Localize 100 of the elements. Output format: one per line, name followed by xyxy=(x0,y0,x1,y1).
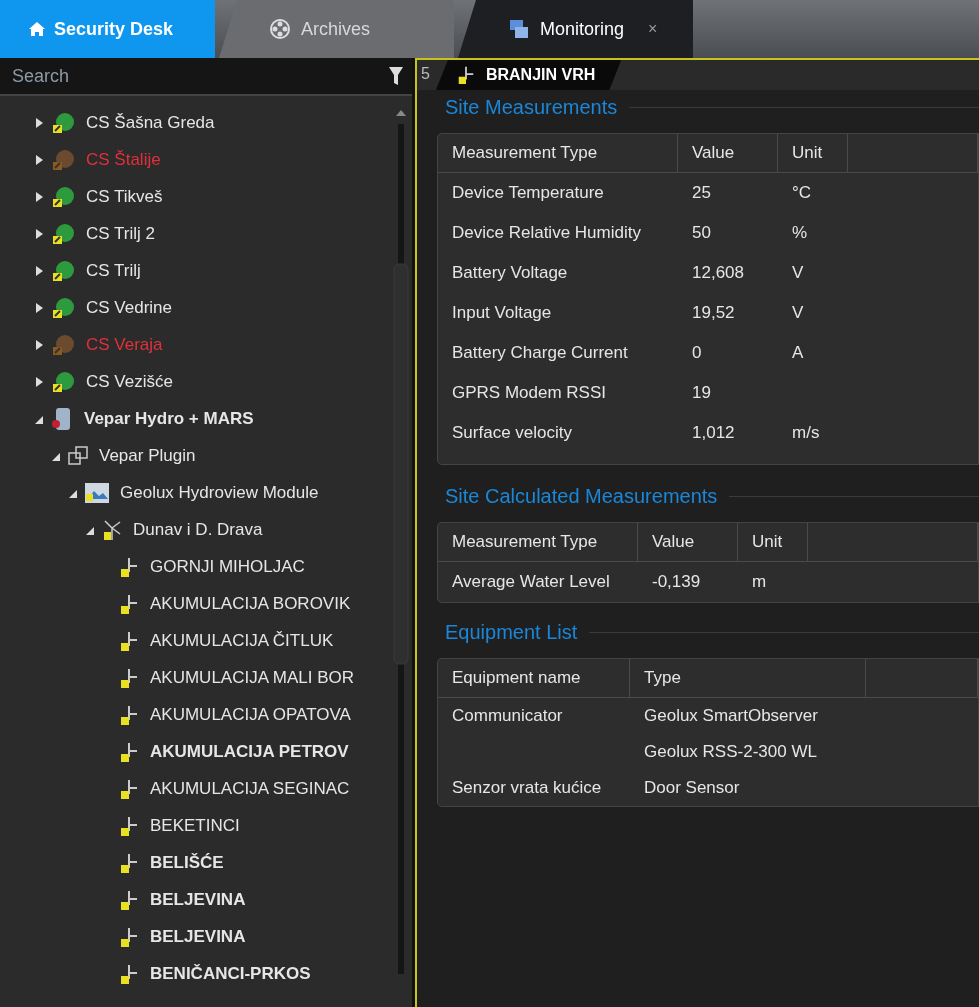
table-cell-text: A xyxy=(791,342,805,364)
station-icon xyxy=(50,258,76,283)
site-icon xyxy=(118,703,140,726)
tree-item[interactable]: CS Tikveš xyxy=(86,186,163,207)
tree-item[interactable]: AKUMULACIJA OPATOVA xyxy=(150,704,351,725)
site-icon xyxy=(118,888,140,911)
site-icon xyxy=(118,851,140,874)
search-bar[interactable]: Search xyxy=(0,58,412,96)
table-cell-text: Surface velocity xyxy=(451,422,573,444)
expand-arrow-icon[interactable] xyxy=(34,375,44,388)
tree-item[interactable]: BELJEVINA xyxy=(150,889,246,910)
plugin-icon xyxy=(67,444,89,467)
table-cell-text: Senzor vrata kućice xyxy=(451,777,603,799)
tab[interactable]: Monitoring × xyxy=(458,0,693,58)
station-icon xyxy=(50,184,76,209)
column-header[interactable]: Value xyxy=(678,134,778,172)
tile-number: 5 xyxy=(420,64,431,84)
table-cell-text: Geolux SmartObserver xyxy=(643,705,819,727)
table-cell-text: GPRS Modem RSSI xyxy=(451,382,607,404)
section-title: Site Calculated Measurements xyxy=(445,485,718,508)
film-reel-icon xyxy=(269,18,291,40)
offline-station-icon xyxy=(50,332,76,357)
table-cell-text: Door Sensor xyxy=(643,777,741,799)
table-cell-text: % xyxy=(791,222,809,244)
station-icon xyxy=(50,295,76,320)
table-cell-text: Battery Charge Current xyxy=(451,342,629,364)
tree-item[interactable]: BENIČANCI-PRKOS xyxy=(150,963,311,984)
table-cell-text: Average Water Level xyxy=(451,571,611,593)
tree-item[interactable]: BEKETINCI xyxy=(150,815,240,836)
expand-arrow-icon[interactable] xyxy=(34,301,44,314)
column-header[interactable]: Value xyxy=(638,523,738,561)
monitor-icon xyxy=(508,18,530,40)
station-icon xyxy=(50,221,76,246)
tree-item[interactable]: CS Trilj xyxy=(86,260,141,281)
tree-item[interactable]: GORNJI MIHOLJAC xyxy=(150,556,305,577)
expand-arrow-icon[interactable] xyxy=(34,190,44,203)
tree-item[interactable]: Vepar Hydro + MARS xyxy=(84,408,254,429)
site-icon xyxy=(118,555,140,578)
site-icon xyxy=(118,629,140,652)
tree-item[interactable]: BELJEVINA xyxy=(150,926,246,947)
section-title: Site Measurements xyxy=(445,96,618,119)
table-cell-text: Device Relative Humidity xyxy=(451,222,642,244)
table-cell-text: Geolux RSS-2-300 WL xyxy=(643,741,818,763)
tree-item[interactable]: AKUMULACIJA SEGINAC xyxy=(150,778,350,799)
site-icon xyxy=(118,777,140,800)
tree-item[interactable]: Geolux Hydroview Module xyxy=(120,482,319,503)
table-cell-text: V xyxy=(791,302,805,324)
table-cell-text: °C xyxy=(791,182,813,204)
site-icon xyxy=(118,592,140,615)
filter-icon[interactable] xyxy=(388,65,404,87)
table-cell-text: m/s xyxy=(791,422,821,444)
column-header[interactable]: Measurement Type xyxy=(438,134,678,172)
site-icon xyxy=(118,962,140,985)
tile-tab[interactable]: BRANJIN VRH xyxy=(435,60,622,90)
expand-arrow-icon[interactable] xyxy=(34,153,44,166)
site-icon xyxy=(118,814,140,837)
tree-item[interactable]: CS Vedrine xyxy=(86,297,172,318)
table-cell-text: 25 xyxy=(691,182,712,204)
tree-item[interactable]: Vepar Plugin xyxy=(99,445,196,466)
column-header[interactable]: Equipment name xyxy=(438,659,630,697)
table-cell-text: 12,608 xyxy=(691,262,745,284)
tree-item[interactable]: AKUMULACIJA BOROVIK xyxy=(150,593,351,614)
tree-item[interactable]: AKUMULACIJA MALI BOR xyxy=(150,667,355,688)
windmill-icon xyxy=(101,517,123,542)
home-icon xyxy=(28,21,46,37)
tree-item[interactable]: AKUMULACIJA PETROV xyxy=(150,741,349,762)
expand-arrow-icon[interactable] xyxy=(34,338,44,351)
site-icon xyxy=(118,666,140,689)
expand-arrow-icon[interactable] xyxy=(34,227,44,240)
station-icon xyxy=(50,110,76,135)
offline-station-icon xyxy=(50,147,76,172)
tree-item[interactable]: Dunav i D. Drava xyxy=(133,519,263,540)
tree-item[interactable]: BELIŠĆE xyxy=(150,852,224,873)
close-icon[interactable]: × xyxy=(648,20,658,38)
table-cell-text: m xyxy=(751,571,768,593)
table-cell-text: Communicator xyxy=(451,705,564,727)
column-header[interactable]: Unit xyxy=(778,134,848,172)
module-icon xyxy=(84,481,110,504)
site-icon xyxy=(118,925,140,948)
table-cell-text: Battery Voltage xyxy=(451,262,569,284)
table-cell-text: 1,012 xyxy=(691,422,736,444)
table-cell-text: 19 xyxy=(691,382,712,404)
tree-item[interactable]: CS Vezišće xyxy=(86,371,173,392)
column-header[interactable]: Type xyxy=(630,659,866,697)
table-cell-text: Device Temperature xyxy=(451,182,605,204)
tree-item[interactable]: CS Trilj 2 xyxy=(86,223,155,244)
tree-item[interactable]: AKUMULACIJA ČITLUK xyxy=(150,630,334,651)
expand-arrow-icon[interactable] xyxy=(34,116,44,129)
table-cell-text: Input Voltage xyxy=(451,302,553,324)
table-cell-text: 19,52 xyxy=(691,302,736,324)
tab[interactable]: Archives xyxy=(219,0,454,58)
tree-item[interactable]: CS Šašna Greda xyxy=(86,112,215,133)
station-icon xyxy=(50,369,76,394)
column-header[interactable]: Measurement Type xyxy=(438,523,638,561)
table-cell-text: V xyxy=(791,262,805,284)
table-cell-text: 50 xyxy=(691,222,712,244)
expand-arrow-icon[interactable] xyxy=(34,264,44,277)
table-cell-text: -0,139 xyxy=(651,571,702,593)
column-header[interactable]: Unit xyxy=(738,523,808,561)
search-field[interactable]: Search xyxy=(10,64,388,88)
